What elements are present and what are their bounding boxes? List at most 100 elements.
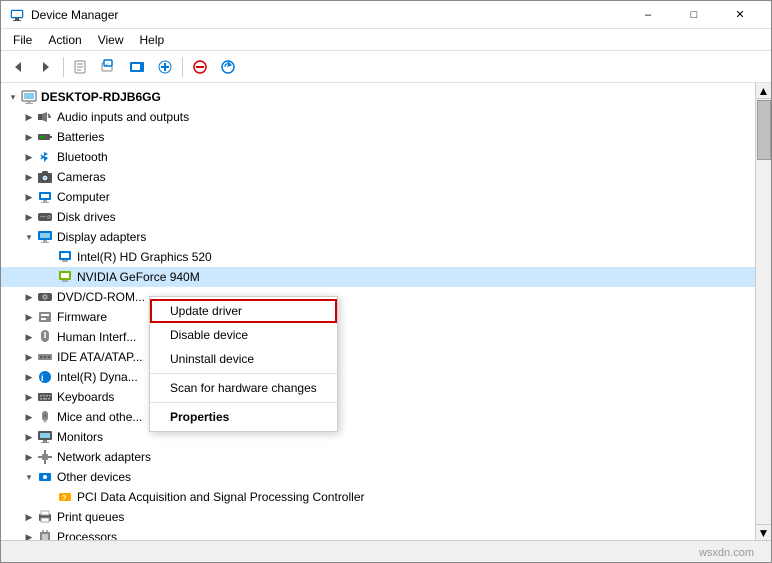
tree-item-cameras-label: Cameras xyxy=(57,170,106,184)
context-menu-properties-label: Properties xyxy=(170,410,229,424)
context-menu-update-driver-label: Update driver xyxy=(170,304,242,318)
tree-item-print[interactable]: ▶ Print queues xyxy=(1,507,755,527)
tree-item-keyboards-label: Keyboards xyxy=(57,390,114,404)
icon-cameras xyxy=(37,169,53,185)
tree-item-mice-label: Mice and othe... xyxy=(57,410,142,424)
icon-mice xyxy=(37,409,53,425)
icon-processors xyxy=(37,529,53,540)
tree-item-intel-gpu[interactable]: ▶ Intel(R) HD Graphics 520 xyxy=(1,247,755,267)
context-menu-disable-label: Disable device xyxy=(170,328,248,342)
toolbar-back[interactable] xyxy=(5,54,31,80)
tree-item-computer-label: Computer xyxy=(57,190,110,204)
menu-help[interactable]: Help xyxy=(132,31,173,49)
tree-item-mice[interactable]: ▶ Mice and othe... xyxy=(1,407,755,427)
tree-view[interactable]: ▾ DESKTOP-RDJB6GG ▶ Audio inputs xyxy=(1,83,755,540)
tree-item-intel-dyn-label: Intel(R) Dyna... xyxy=(57,370,138,384)
context-menu-update-driver[interactable]: Update driver xyxy=(150,299,337,323)
expand-icon-batteries: ▶ xyxy=(21,129,37,145)
icon-batteries xyxy=(37,129,53,145)
icon-audio xyxy=(37,109,53,125)
tree-item-computer[interactable]: ▶ Computer xyxy=(1,187,755,207)
status-bar xyxy=(1,540,771,562)
tree-item-bluetooth[interactable]: ▶ Bluetooth xyxy=(1,147,755,167)
icon-monitors xyxy=(37,429,53,445)
minimize-button[interactable]: – xyxy=(625,1,671,29)
tree-item-pci-label: PCI Data Acquisition and Signal Processi… xyxy=(77,490,364,504)
tree-item-hid[interactable]: ▶ Human Interf... xyxy=(1,327,755,347)
tree-item-keyboards[interactable]: ▶ Keyboards xyxy=(1,387,755,407)
scroll-up[interactable]: ▲ xyxy=(756,83,771,99)
toolbar-disable[interactable] xyxy=(187,54,213,80)
menu-file[interactable]: File xyxy=(5,31,40,49)
toolbar-update[interactable] xyxy=(215,54,241,80)
icon-computer xyxy=(37,189,53,205)
tree-item-pci[interactable]: ▶ ? PCI Data Acquisition and Signal Proc… xyxy=(1,487,755,507)
expand-icon-print: ▶ xyxy=(21,509,37,525)
expand-icon-audio: ▶ xyxy=(21,109,37,125)
svg-text:?: ? xyxy=(62,495,66,502)
tree-item-audio[interactable]: ▶ Audio inputs and outputs xyxy=(1,107,755,127)
expand-icon-network: ▶ xyxy=(21,449,37,465)
tree-item-processors-label: Processors xyxy=(57,530,117,540)
tree-item-nvidia-gpu[interactable]: ▶ NVIDIA GeForce 940M xyxy=(1,267,755,287)
expand-icon-firmware: ▶ xyxy=(21,309,37,325)
tree-item-firmware[interactable]: ▶ Firmware xyxy=(1,307,755,327)
tree-item-batteries[interactable]: ▶ Batteries xyxy=(1,127,755,147)
tree-item-disk[interactable]: ▶ Disk drives xyxy=(1,207,755,227)
toolbar-scan[interactable]: ✓ xyxy=(96,54,122,80)
icon-computer xyxy=(21,89,37,105)
icon-pci: ? xyxy=(57,489,73,505)
context-menu-disable[interactable]: Disable device xyxy=(150,323,337,347)
tree-item-processors[interactable]: ▶ Processors xyxy=(1,527,755,540)
icon-intel-gpu xyxy=(57,249,73,265)
icon-print xyxy=(37,509,53,525)
tree-item-other[interactable]: ▾ Other devices xyxy=(1,467,755,487)
icon-keyboards xyxy=(37,389,53,405)
icon-ide xyxy=(37,349,53,365)
scroll-thumb[interactable] xyxy=(757,100,771,160)
expand-icon-bluetooth: ▶ xyxy=(21,149,37,165)
tree-item-cameras[interactable]: ▶ Cameras xyxy=(1,167,755,187)
tree-item-dvd[interactable]: ▶ DVD/CD-ROM... xyxy=(1,287,755,307)
context-menu-scan[interactable]: Scan for hardware changes xyxy=(150,376,337,400)
expand-icon-monitors: ▶ xyxy=(21,429,37,445)
expand-icon-dvd: ▶ xyxy=(21,289,37,305)
menu-action[interactable]: Action xyxy=(40,31,89,49)
scroll-down[interactable]: ▼ xyxy=(756,524,771,540)
tree-item-ide[interactable]: ▶ IDE ATA/ATAP... xyxy=(1,347,755,367)
context-menu: Update driver Disable device Uninstall d… xyxy=(149,296,338,432)
context-menu-properties[interactable]: Properties xyxy=(150,405,337,429)
tree-item-display[interactable]: ▾ Display adapters xyxy=(1,227,755,247)
tree-item-network[interactable]: ▶ Network adapters xyxy=(1,447,755,467)
context-menu-scan-label: Scan for hardware changes xyxy=(170,381,317,395)
tree-item-intel-gpu-label: Intel(R) HD Graphics 520 xyxy=(77,250,212,264)
svg-text:i: i xyxy=(41,373,44,383)
toolbar-properties[interactable] xyxy=(68,54,94,80)
expand-icon-computer: ▶ xyxy=(21,189,37,205)
context-menu-uninstall-label: Uninstall device xyxy=(170,352,254,366)
menu-view[interactable]: View xyxy=(90,31,132,49)
tree-item-intel-dyn[interactable]: ▶ i Intel(R) Dyna... xyxy=(1,367,755,387)
toolbar-show-hidden[interactable] xyxy=(124,54,150,80)
tree-root[interactable]: ▾ DESKTOP-RDJB6GG xyxy=(1,87,755,107)
toolbar-sep-2 xyxy=(182,57,183,77)
expand-icon-hid: ▶ xyxy=(21,329,37,345)
scrollbar[interactable]: ▲ ▼ xyxy=(755,83,771,540)
toolbar-add-driver[interactable] xyxy=(152,54,178,80)
toolbar-forward[interactable] xyxy=(33,54,59,80)
app-icon xyxy=(9,7,25,23)
context-menu-uninstall[interactable]: Uninstall device xyxy=(150,347,337,371)
icon-disk xyxy=(37,209,53,225)
expand-icon-intel-dyn: ▶ xyxy=(21,369,37,385)
scroll-track xyxy=(756,161,771,524)
tree-item-firmware-label: Firmware xyxy=(57,310,107,324)
icon-intel-dyn: i xyxy=(37,369,53,385)
tree-item-other-label: Other devices xyxy=(57,470,131,484)
tree-item-disk-label: Disk drives xyxy=(57,210,116,224)
device-manager-window: Device Manager – □ ✕ File Action View He… xyxy=(0,0,772,563)
icon-firmware xyxy=(37,309,53,325)
tree-item-monitors[interactable]: ▶ Monitors xyxy=(1,427,755,447)
icon-bluetooth xyxy=(37,149,53,165)
close-button[interactable]: ✕ xyxy=(717,1,763,29)
maximize-button[interactable]: □ xyxy=(671,1,717,29)
